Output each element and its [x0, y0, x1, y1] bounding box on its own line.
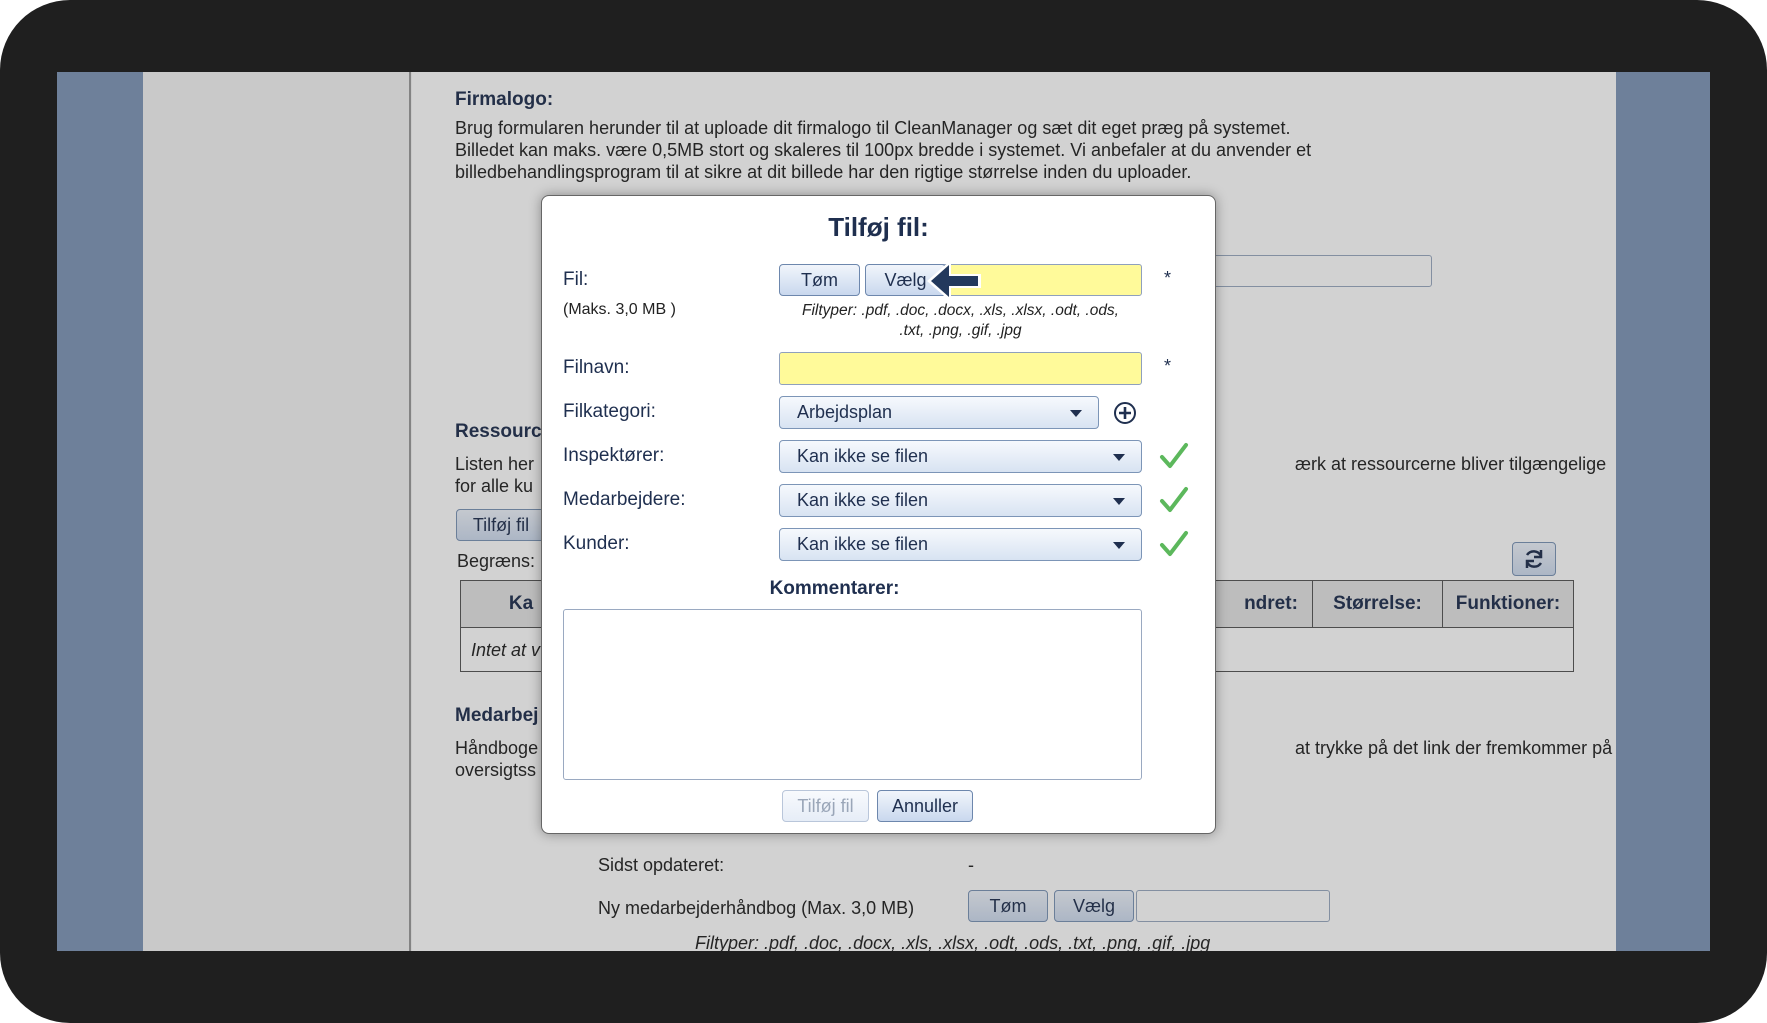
comments-textarea[interactable]: [563, 609, 1142, 780]
chevron-down-icon: [1113, 542, 1125, 549]
category-label: Filkategori:: [563, 401, 656, 422]
device-frame: Firmalogo: Brug formularen herunder til …: [0, 0, 1767, 1023]
inspectors-select-value: Kan ikke se filen: [797, 446, 929, 466]
chevron-down-icon: [1113, 498, 1125, 505]
filename-input[interactable]: [779, 352, 1142, 385]
required-marker-file: *: [1164, 268, 1172, 288]
file-types-line-2: .txt, .png, .gif, .jpg: [899, 322, 1022, 339]
employees-label: Medarbejdere:: [563, 489, 686, 510]
customers-select-value: Kan ikke se filen: [797, 534, 929, 554]
comments-label: Kommentarer:: [769, 578, 900, 599]
customers-label: Kunder:: [563, 533, 630, 554]
inspectors-label: Inspektører:: [563, 445, 665, 466]
dialog-title: Tilføj fil:: [828, 212, 929, 242]
chevron-down-icon: [1113, 454, 1125, 461]
required-marker-filename: *: [1164, 356, 1172, 376]
inspectors-select[interactable]: Kan ikke se filen: [779, 440, 1142, 473]
filename-label: Filnavn:: [563, 357, 630, 378]
arrow-left-icon: [927, 260, 981, 302]
checkmark-icon: [1160, 443, 1188, 468]
file-label: Fil:: [563, 269, 589, 290]
customers-select[interactable]: Kan ikke se filen: [779, 528, 1142, 561]
plus-circle-icon[interactable]: [1113, 401, 1137, 425]
submit-add-file-button[interactable]: Tilføj fil: [782, 790, 869, 822]
chevron-down-icon: [1070, 410, 1082, 417]
employees-select-value: Kan ikke se filen: [797, 490, 929, 510]
file-types-line-1: Filtyper: .pdf, .doc, .docx, .xls, .xlsx…: [801, 302, 1119, 319]
add-file-dialog: Tilføj fil: Fil: (Maks. 3,0 MB ) Tøm Væl…: [541, 195, 1216, 834]
employees-select[interactable]: Kan ikke se filen: [779, 484, 1142, 517]
checkmark-icon: [1160, 531, 1188, 556]
max-size-note: (Maks. 3,0 MB ): [563, 301, 676, 318]
category-select-value: Arbejdsplan: [797, 402, 893, 422]
checkmark-icon: [1160, 487, 1188, 512]
category-select[interactable]: Arbejdsplan: [779, 396, 1099, 429]
clear-file-button[interactable]: Tøm: [779, 264, 860, 296]
screen: Firmalogo: Brug formularen herunder til …: [57, 72, 1710, 951]
cancel-button[interactable]: Annuller: [877, 790, 973, 822]
